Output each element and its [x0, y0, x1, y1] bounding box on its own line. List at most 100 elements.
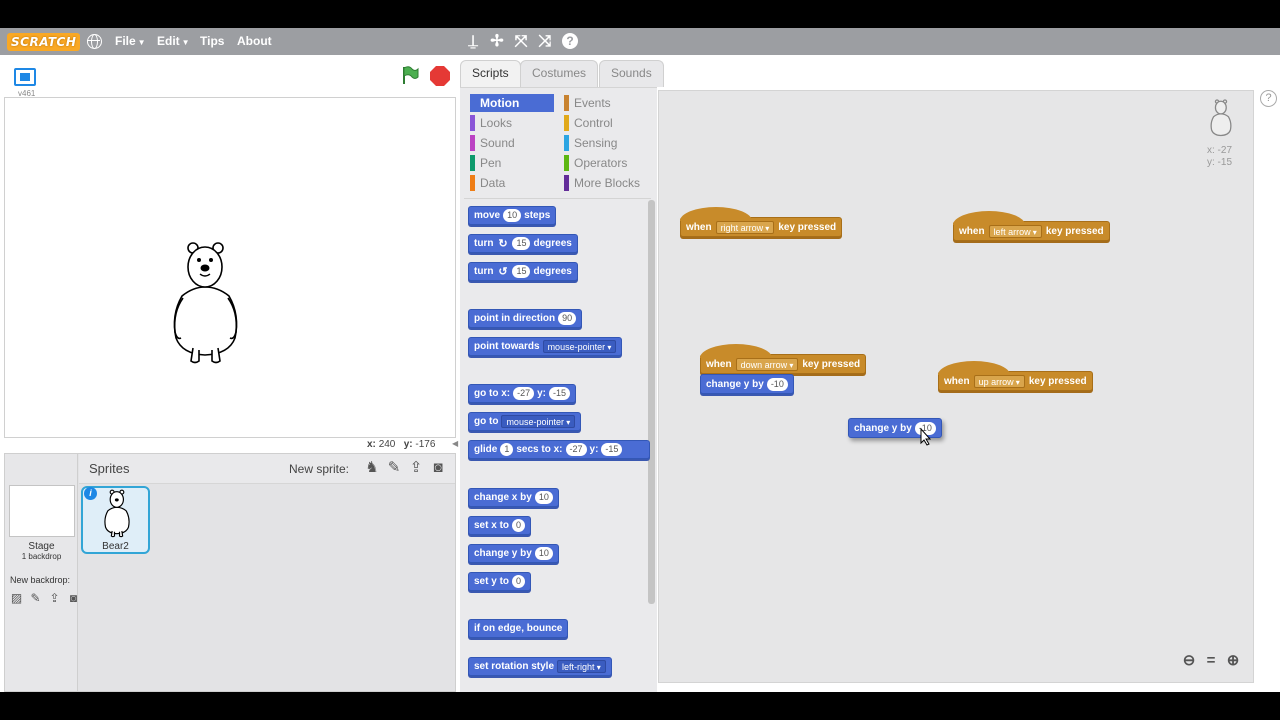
x-input[interactable]: -27 [513, 387, 535, 400]
zoom-reset-icon[interactable]: = [1202, 652, 1220, 670]
number-input[interactable]: -10 [766, 377, 788, 391]
tab-scripts[interactable]: Scripts [460, 60, 521, 87]
block-set-y[interactable]: set y to 0 [468, 572, 532, 591]
stop-sign-icon[interactable] [430, 66, 450, 86]
collapse-stage-icon[interactable]: ◀ [452, 439, 460, 451]
target-dropdown[interactable]: mouse-pointer [501, 415, 576, 428]
block-change-y[interactable]: change y by 10 [468, 544, 559, 563]
rotation-style-dropdown[interactable]: left-right [557, 660, 606, 673]
block-turn-right[interactable]: turn ↻ 15 degrees [468, 234, 578, 253]
block-turn-left[interactable]: turn ↺ 15 degrees [468, 262, 578, 281]
category-events[interactable]: Events [564, 94, 648, 112]
backdrop-library-icon[interactable]: ▨ [9, 591, 24, 605]
key-dropdown[interactable]: left arrow [988, 224, 1042, 238]
help-icon[interactable]: ? [1260, 90, 1277, 107]
new-sprite-tools: ♞ ✎ ⇪ ◙ [363, 459, 447, 477]
script-when-left-arrow[interactable]: whenleft arrowkey pressed [953, 211, 1110, 241]
category-motion[interactable]: Motion [470, 94, 554, 112]
palette-scrollbar[interactable] [648, 200, 655, 604]
category-data[interactable]: Data [470, 174, 554, 192]
block-text: degrees [533, 266, 572, 277]
key-dropdown[interactable]: down arrow [735, 357, 799, 371]
category-operators[interactable]: Operators [564, 154, 648, 172]
number-input[interactable]: 0 [512, 575, 526, 588]
script-when-down-arrow[interactable]: whendown arrowkey pressed [700, 344, 867, 374]
block-point-towards[interactable]: point towards mouse-pointer [468, 337, 623, 356]
rotate-counterclockwise-icon: ↺ [498, 265, 508, 278]
tab-costumes[interactable]: Costumes [520, 60, 599, 87]
number-input[interactable]: 0 [512, 519, 526, 532]
info-icon[interactable]: i [84, 487, 97, 500]
sprite-tile-bear2[interactable]: i Bear2 [81, 486, 150, 554]
stage-selector[interactable]: Stage 1 backdrop New backdrop: ▨ ✎ ⇪ ◙ [5, 454, 78, 691]
shrink-icon[interactable]: ⤨ [535, 32, 555, 52]
upload-sprite-icon[interactable]: ⇪ [407, 459, 425, 477]
zoom-in-icon[interactable]: ⊕ [1224, 652, 1242, 670]
edit-menu[interactable]: Edit ▼ [157, 28, 190, 55]
number-input[interactable]: 10 [534, 491, 553, 504]
paint-backdrop-icon[interactable]: ✎ [28, 591, 43, 605]
block-text: when [706, 358, 732, 370]
category-more-blocks[interactable]: More Blocks [564, 174, 654, 192]
number-input[interactable]: 15 [512, 265, 531, 278]
paint-sprite-icon[interactable]: ✎ [385, 459, 403, 477]
category-pen[interactable]: Pen [470, 154, 554, 172]
category-sensing[interactable]: Sensing [564, 134, 648, 152]
stage-canvas[interactable] [4, 97, 456, 438]
sprite-library-icon[interactable]: ♞ [363, 459, 381, 477]
number-input[interactable]: 10 [534, 547, 553, 560]
help-icon[interactable]: ? [562, 33, 578, 49]
block-text: go to x: [474, 388, 511, 399]
number-input[interactable]: 10 [503, 209, 522, 222]
delete-icon[interactable]: ✢ [487, 32, 507, 52]
key-dropdown[interactable]: up arrow [973, 374, 1025, 388]
block-glide[interactable]: glide 1 secs to x: -27 y: -15 [468, 440, 650, 459]
category-control[interactable]: Control [564, 114, 648, 132]
stage-thumbnail[interactable] [9, 485, 75, 537]
block-set-rotation-style[interactable]: set rotation style left-right [468, 657, 612, 676]
block-text: set x to [474, 520, 510, 531]
block-move-steps[interactable]: move 10 steps [468, 206, 557, 225]
secs-input[interactable]: 1 [500, 443, 514, 456]
direction-input[interactable]: 90 [558, 312, 577, 325]
y-input[interactable]: -15 [601, 443, 623, 456]
language-globe-icon[interactable] [87, 34, 102, 49]
script-when-right-arrow[interactable]: whenright arrowkey pressed [680, 207, 843, 237]
script-when-up-arrow[interactable]: whenup arrowkey pressed [938, 361, 1093, 391]
fullscreen-icon[interactable] [14, 68, 36, 86]
sprites-header: Sprites New sprite: ♞ ✎ ⇪ ◙ [79, 454, 455, 484]
tips-menu[interactable]: Tips [200, 28, 224, 55]
category-looks[interactable]: Looks [470, 114, 554, 132]
x-input[interactable]: -27 [565, 443, 587, 456]
tab-sounds[interactable]: Sounds [599, 60, 664, 87]
duplicate-icon[interactable]: ⍊ [463, 32, 483, 52]
script-change-y-block[interactable]: change y by -10 [700, 374, 794, 394]
target-dropdown[interactable]: mouse-pointer [542, 340, 617, 353]
about-menu[interactable]: About [237, 28, 272, 55]
block-point-in-direction[interactable]: point in direction 90 [468, 309, 583, 328]
edit-menu-label: Edit [157, 34, 180, 48]
camera-backdrop-icon[interactable]: ◙ [66, 591, 81, 605]
block-text: point in direction [474, 313, 556, 324]
block-set-x[interactable]: set x to 0 [468, 516, 532, 535]
stage-label: Stage [28, 541, 55, 552]
sprites-title: Sprites [89, 461, 130, 476]
category-sound[interactable]: Sound [470, 134, 554, 152]
scratch-logo[interactable]: SCRATCH [7, 33, 81, 51]
zoom-out-icon[interactable]: ⊖ [1180, 652, 1198, 670]
bear-sprite[interactable] [168, 240, 243, 366]
block-text: glide [474, 444, 498, 455]
green-flag-icon[interactable] [400, 65, 420, 85]
number-input[interactable]: 15 [512, 237, 531, 250]
key-dropdown[interactable]: right arrow [715, 220, 775, 234]
block-change-x[interactable]: change x by 10 [468, 488, 559, 507]
block-go-to[interactable]: go to mouse-pointer [468, 412, 582, 431]
grow-icon[interactable]: ⤧ [511, 32, 531, 52]
block-go-to-xy[interactable]: go to x: -27 y: -15 [468, 384, 577, 403]
block-text: change y by [474, 548, 532, 559]
upload-backdrop-icon[interactable]: ⇪ [47, 591, 62, 605]
y-input[interactable]: -15 [549, 387, 571, 400]
camera-sprite-icon[interactable]: ◙ [429, 459, 447, 477]
file-menu[interactable]: File ▼ [115, 28, 146, 55]
block-if-on-edge-bounce[interactable]: if on edge, bounce [468, 619, 569, 638]
